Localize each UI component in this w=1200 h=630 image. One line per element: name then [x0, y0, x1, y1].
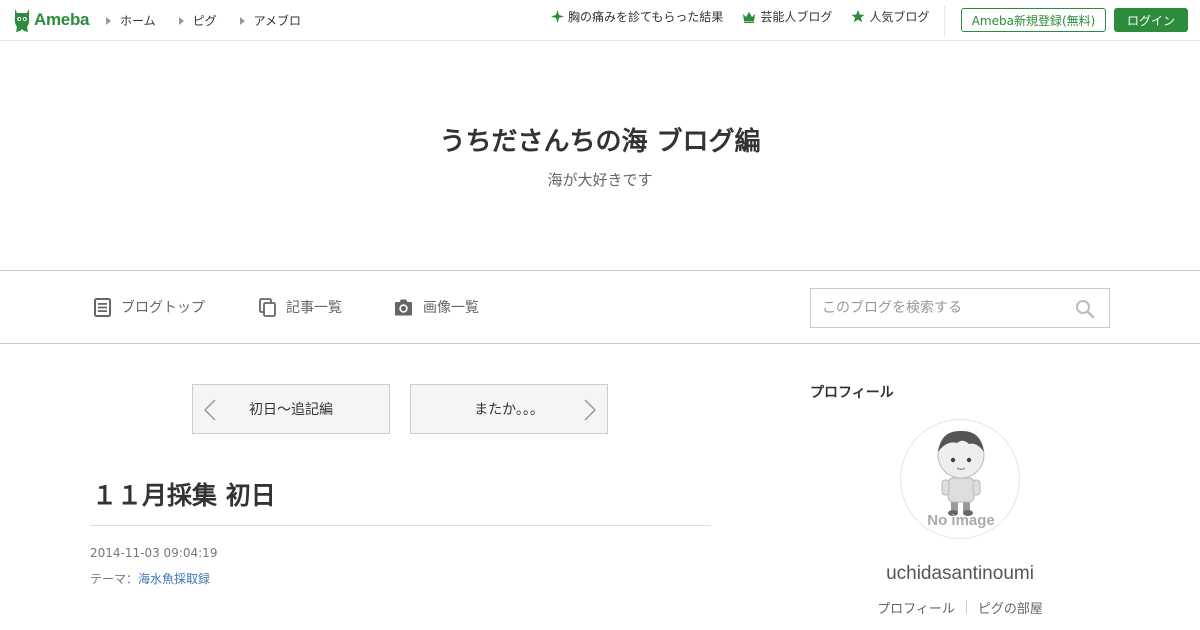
link-separator — [965, 600, 967, 614]
blog-subtitle: 海が大好きです — [547, 171, 653, 189]
header-divider — [944, 6, 945, 36]
image-list-link[interactable]: 画像一覧 — [394, 297, 479, 317]
blog-top-link[interactable]: ブログトップ — [94, 297, 205, 317]
avatar[interactable]: No image — [900, 419, 1020, 539]
nav-home[interactable]: ホーム — [106, 12, 156, 29]
nav-pigg[interactable]: ピグ — [178, 12, 217, 29]
blog-nav: ブログトップ 記事一覧 画像一覧 — [0, 270, 1200, 344]
star-icon — [851, 10, 866, 23]
profile-links: プロフィール ピグの部屋 — [810, 598, 1110, 617]
register-button[interactable]: Ameba新規登録(無料) — [961, 8, 1106, 32]
popular-blog-label: 人気ブログ — [869, 10, 930, 24]
profile-heading: プロフィール — [810, 385, 894, 401]
next-entry-label: またか。。。 — [474, 402, 544, 418]
sparkle-icon — [551, 10, 564, 23]
prev-entry-label: 初日～追記編 — [249, 402, 333, 418]
global-header: Ameba ホーム ピグ アメブロ 胸の痛みを診てもらった結果 芸能人ブログ 人… — [0, 0, 1200, 41]
triangle-right-icon — [178, 16, 184, 25]
blog-search — [810, 288, 1110, 328]
header-right-links: 胸の痛みを診てもらった結果 芸能人ブログ 人気ブログ — [532, 8, 929, 25]
ameba-mascot-icon — [14, 9, 30, 32]
nav-ameblo-label: アメブロ — [253, 14, 302, 28]
trend-link-label: 胸の痛みを診てもらった結果 — [568, 10, 724, 24]
triangle-right-icon — [239, 16, 245, 25]
document-icon — [94, 297, 111, 317]
nav-ameblo[interactable]: アメブロ — [239, 12, 302, 29]
entry-theme-prefix: テーマ： — [90, 572, 139, 586]
prev-entry-button[interactable]: 初日～追記編 — [192, 384, 390, 434]
login-button[interactable]: ログイン — [1114, 8, 1188, 32]
popular-blog-link[interactable]: 人気ブログ — [851, 8, 929, 25]
entry-theme-link[interactable]: 海水魚採取録 — [138, 572, 210, 586]
article-list-label: 記事一覧 — [286, 300, 342, 316]
blog-title[interactable]: うちださんちの海 ブログ編 — [0, 121, 1200, 158]
triangle-right-icon — [106, 16, 111, 25]
entry-divider — [90, 525, 711, 526]
no-image-avatar-icon: No image — [927, 430, 995, 529]
avatar-placeholder-text: No image — [927, 512, 995, 529]
chevron-left-icon — [203, 399, 216, 421]
celebrity-blog-link[interactable]: 芸能人ブログ — [742, 8, 832, 25]
entry-date: 2014-11-03 09:04:19 — [90, 546, 218, 560]
pigg-room-link[interactable]: ピグの部屋 — [978, 598, 1043, 617]
nav-pigg-label: ピグ — [192, 14, 217, 28]
global-nav: ホーム ピグ アメブロ — [106, 12, 324, 29]
profile-link[interactable]: プロフィール — [877, 598, 955, 617]
camera-icon — [395, 299, 412, 315]
ameba-logo[interactable]: Ameba — [12, 7, 89, 33]
entry-title[interactable]: １１月採集 初日 — [92, 476, 276, 512]
crown-icon — [743, 11, 756, 23]
next-entry-button[interactable]: またか。。。 — [410, 384, 608, 434]
chevron-right-icon — [584, 399, 597, 421]
blog-search-input[interactable] — [811, 289, 1071, 327]
profile-username[interactable]: uchidasantinoumi — [810, 563, 1110, 585]
blog-top-label: ブログトップ — [121, 300, 205, 316]
search-icon[interactable] — [1075, 299, 1095, 319]
copy-icon — [259, 297, 276, 317]
image-list-label: 画像一覧 — [423, 300, 479, 316]
logo-text: Ameba — [34, 10, 90, 29]
celebrity-blog-label: 芸能人ブログ — [760, 10, 833, 24]
trend-link[interactable]: 胸の痛みを診てもらった結果 — [551, 8, 723, 25]
article-list-link[interactable]: 記事一覧 — [259, 297, 342, 317]
nav-home-label: ホーム — [120, 14, 156, 28]
entry-theme: テーマ：海水魚採取録 — [90, 570, 210, 587]
